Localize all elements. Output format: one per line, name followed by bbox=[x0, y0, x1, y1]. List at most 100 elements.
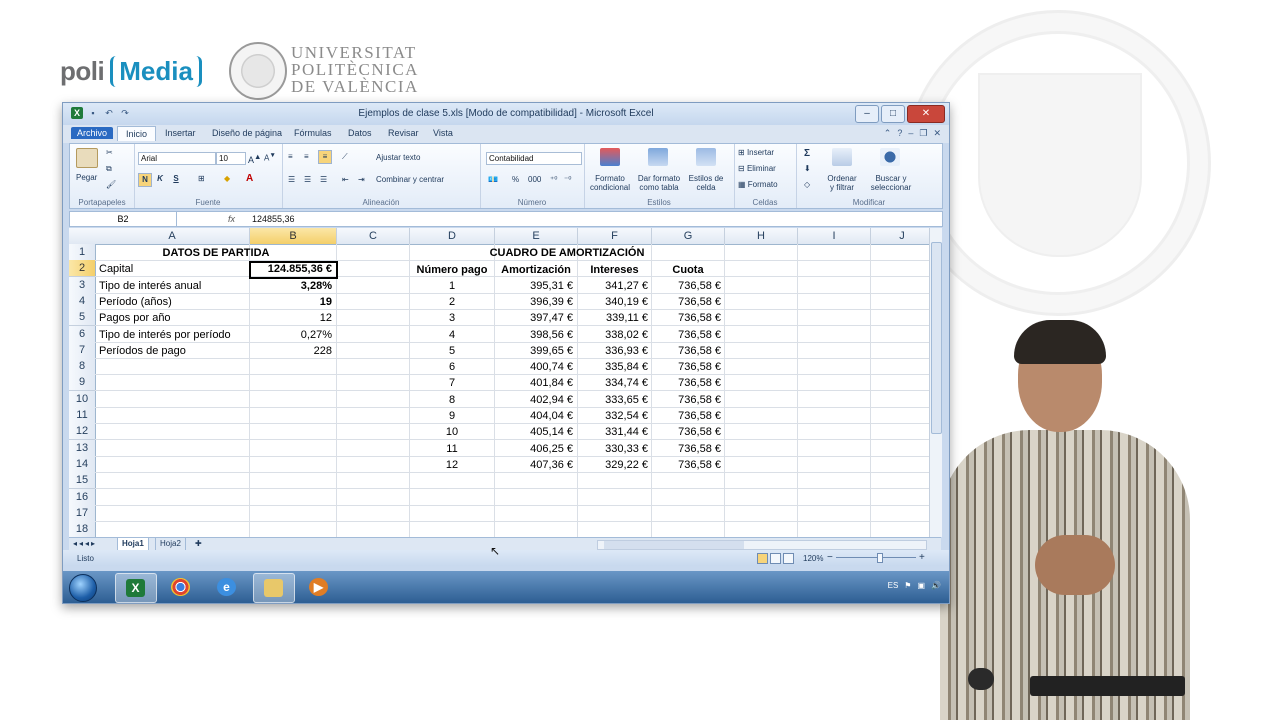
amortizacion-cell[interactable]: 405,14 € bbox=[495, 424, 573, 440]
intereses-cell[interactable]: 334,74 € bbox=[578, 375, 648, 391]
grow-font-icon[interactable]: A▲ bbox=[248, 152, 261, 165]
intereses-cell[interactable]: 340,19 € bbox=[578, 294, 648, 310]
tab-revisar[interactable]: Revisar bbox=[388, 128, 419, 138]
name-box[interactable]: B2 bbox=[70, 212, 177, 226]
thousands-button[interactable]: 000 bbox=[528, 175, 541, 184]
row-header-3[interactable]: 3 bbox=[69, 276, 96, 294]
merge-center-button[interactable]: Combinar y centrar bbox=[376, 175, 444, 184]
volume-icon[interactable]: 🔊 bbox=[931, 581, 941, 590]
format-as-table-button[interactable]: Dar formato como tabla bbox=[636, 174, 682, 192]
numero-pago-cell[interactable]: 5 bbox=[410, 343, 494, 359]
column-header-c[interactable]: C bbox=[337, 228, 410, 245]
numero-pago-cell[interactable]: 11 bbox=[410, 441, 494, 457]
row-header-4[interactable]: 4 bbox=[69, 292, 96, 310]
tab-diseno-pagina[interactable]: Diseño de página bbox=[212, 128, 282, 138]
numero-pago-cell[interactable]: 4 bbox=[410, 327, 494, 343]
minimize-button[interactable]: – bbox=[855, 105, 879, 123]
numero-pago-cell[interactable]: 3 bbox=[410, 310, 494, 326]
autosum-icon[interactable]: Σ bbox=[804, 148, 810, 159]
row-header-14[interactable]: 14 bbox=[69, 455, 96, 473]
row-header-2[interactable]: 2 bbox=[69, 260, 96, 278]
paste-button-label[interactable]: Pegar bbox=[76, 173, 97, 182]
column-header-h[interactable]: H bbox=[725, 228, 798, 245]
start-button[interactable] bbox=[69, 574, 97, 602]
header-intereses[interactable]: Intereses bbox=[578, 262, 651, 278]
intereses-cell[interactable]: 331,44 € bbox=[578, 424, 648, 440]
cuota-cell[interactable]: 736,58 € bbox=[652, 310, 721, 326]
intereses-cell[interactable]: 330,33 € bbox=[578, 441, 648, 457]
cuota-cell[interactable]: 736,58 € bbox=[652, 392, 721, 408]
numero-pago-cell[interactable]: 10 bbox=[410, 424, 494, 440]
cuota-cell[interactable]: 736,58 € bbox=[652, 278, 721, 294]
cell-styles-icon[interactable] bbox=[696, 148, 716, 166]
tab-insertar[interactable]: Insertar bbox=[165, 128, 196, 138]
font-name-select[interactable]: Arial bbox=[138, 152, 216, 165]
align-center-icon[interactable]: ☰ bbox=[304, 175, 311, 184]
network-icon[interactable]: ▣ bbox=[917, 581, 925, 590]
taskbar-excel[interactable]: X bbox=[115, 573, 157, 603]
horizontal-scroll-thumb[interactable] bbox=[604, 541, 744, 549]
decrease-indent-icon[interactable]: ⇤ bbox=[342, 175, 349, 184]
numero-pago-cell[interactable]: 9 bbox=[410, 408, 494, 424]
cuota-cell[interactable]: 736,58 € bbox=[652, 375, 721, 391]
numero-pago-cell[interactable]: 6 bbox=[410, 359, 494, 375]
doc-minimize-icon[interactable]: – bbox=[908, 128, 913, 139]
sheet-nav-arrows[interactable]: ◂◂◂▸ bbox=[73, 539, 97, 548]
doc-restore-icon[interactable]: ❐ bbox=[919, 128, 927, 139]
zoom-slider-handle[interactable] bbox=[877, 553, 883, 563]
row-header-15[interactable]: 15 bbox=[69, 472, 96, 490]
amortizacion-cell[interactable]: 406,25 € bbox=[495, 441, 573, 457]
page-layout-view-icon[interactable] bbox=[770, 553, 781, 564]
amortizacion-cell[interactable]: 407,36 € bbox=[495, 457, 573, 473]
amortizacion-cell[interactable]: 399,65 € bbox=[495, 343, 573, 359]
insert-cells-button[interactable]: ⊞ Insertar bbox=[738, 148, 774, 157]
minimize-ribbon-icon[interactable]: ⌃ bbox=[884, 128, 892, 139]
help-icon[interactable]: ? bbox=[897, 128, 902, 139]
row-header-6[interactable]: 6 bbox=[69, 325, 96, 343]
close-button[interactable]: ✕ bbox=[907, 105, 945, 123]
column-header-d[interactable]: D bbox=[410, 228, 495, 245]
row-header-13[interactable]: 13 bbox=[69, 439, 96, 457]
row-header-8[interactable]: 8 bbox=[69, 358, 96, 376]
datos-label[interactable]: Tipo de interés anual bbox=[99, 278, 249, 294]
column-header-f[interactable]: F bbox=[578, 228, 652, 245]
row-header-11[interactable]: 11 bbox=[69, 407, 96, 424]
row-header-16[interactable]: 16 bbox=[69, 488, 96, 506]
amortizacion-title[interactable]: CUADRO DE AMORTIZACIÓN bbox=[410, 245, 724, 261]
align-bottom-icon[interactable]: ≡ bbox=[318, 150, 332, 164]
column-header-e[interactable]: E bbox=[495, 228, 578, 245]
percent-button[interactable]: % bbox=[512, 175, 519, 184]
cuota-cell[interactable]: 736,58 € bbox=[652, 441, 721, 457]
numero-pago-cell[interactable]: 2 bbox=[410, 294, 494, 310]
datos-value[interactable]: 3,28% bbox=[250, 278, 332, 294]
align-top-icon[interactable]: ≡ bbox=[288, 152, 293, 161]
column-header-b[interactable]: B bbox=[250, 228, 337, 245]
header-cuota[interactable]: Cuota bbox=[652, 262, 724, 278]
row-header-12[interactable]: 12 bbox=[69, 423, 96, 441]
column-header-i[interactable]: I bbox=[798, 228, 871, 245]
amortizacion-cell[interactable]: 404,04 € bbox=[495, 408, 573, 424]
datos-value[interactable]: 0,27% bbox=[250, 327, 332, 343]
orientation-icon[interactable]: ⟋ bbox=[342, 152, 348, 162]
cuota-cell[interactable]: 736,58 € bbox=[652, 294, 721, 310]
column-header-g[interactable]: G bbox=[652, 228, 725, 245]
fill-icon[interactable]: ⬇ bbox=[804, 164, 811, 173]
numero-pago-cell[interactable]: 1 bbox=[410, 278, 494, 294]
flag-icon[interactable]: ⚑ bbox=[904, 581, 911, 590]
datos-label[interactable]: Pagos por año bbox=[99, 310, 249, 326]
cell-styles-button[interactable]: Estilos de celda bbox=[686, 174, 726, 192]
maximize-button[interactable]: □ bbox=[881, 105, 905, 123]
datos-label[interactable]: Períodos de pago bbox=[99, 343, 249, 359]
conditional-format-icon[interactable] bbox=[600, 148, 620, 166]
increase-decimal-icon[interactable]: ⁺⁰ bbox=[550, 175, 557, 184]
cuota-cell[interactable]: 736,58 € bbox=[652, 424, 721, 440]
bold-button[interactable]: N bbox=[138, 173, 152, 187]
zoom-out-button[interactable]: − bbox=[827, 552, 833, 563]
currency-format-icon[interactable]: 💶 bbox=[488, 175, 498, 184]
selected-cell-b2[interactable] bbox=[249, 261, 338, 279]
intereses-cell[interactable]: 336,93 € bbox=[578, 343, 648, 359]
page-break-view-icon[interactable] bbox=[783, 553, 794, 564]
increase-indent-icon[interactable]: ⇥ bbox=[358, 175, 365, 184]
intereses-cell[interactable]: 333,65 € bbox=[578, 392, 648, 408]
header-numero-pago[interactable]: Número pago bbox=[410, 262, 494, 278]
